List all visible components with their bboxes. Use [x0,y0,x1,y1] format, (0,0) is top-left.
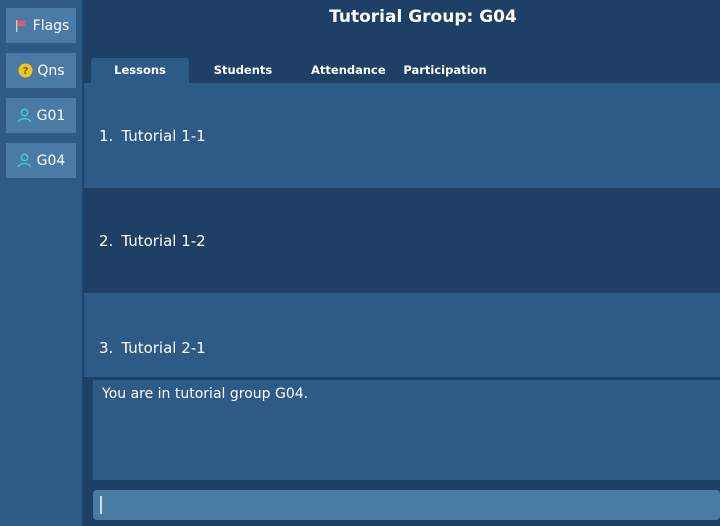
list-item[interactable]: 2. Tutorial 1-2 [84,188,720,293]
tab-attendance[interactable]: Attendance [297,58,389,83]
sidebar-item-label: Qns [37,62,65,79]
main-panel: Tutorial Group: G04 Lessons Students Att… [84,0,720,526]
list-item[interactable]: 3. Tutorial 2-1 [84,293,720,377]
list-item[interactable]: 1. Tutorial 1-1 [84,83,720,188]
text-caret [100,496,102,514]
sidebar-item-g01[interactable]: G01 [6,98,76,133]
tab-students[interactable]: Students [189,58,297,83]
sidebar-item-g04[interactable]: G04 [6,143,76,178]
person-icon [17,153,33,169]
sidebar: Flags ? Qns G01 G04 [0,0,83,526]
person-icon [17,108,33,124]
page-title: Tutorial Group: G04 [329,7,517,27]
lesson-name: Tutorial 1-1 [121,126,206,145]
lesson-list: 1. Tutorial 1-1 2. Tutorial 1-2 3. Tutor… [84,83,720,377]
lesson-number: 1. [99,126,114,145]
sidebar-item-questions[interactable]: ? Qns [6,53,76,88]
tab-participation[interactable]: Participation [389,58,501,83]
lesson-number: 2. [99,231,114,250]
question-icon: ? [17,63,33,79]
lesson-number: 3. [99,339,114,357]
lesson-name: Tutorial 2-1 [121,339,206,357]
lesson-name: Tutorial 1-2 [121,231,206,250]
sidebar-item-flags[interactable]: Flags [6,8,76,43]
sidebar-item-label: G01 [36,107,66,124]
sidebar-item-label: G04 [36,152,66,169]
svg-text:?: ? [23,66,29,77]
tab-lessons[interactable]: Lessons [91,58,189,83]
result-display: You are in tutorial group G04. [93,380,720,480]
app-window: Flags ? Qns G01 G04 Tutorial Group: G04 … [0,0,720,526]
sidebar-item-label: Flags [32,17,70,34]
command-input[interactable] [93,490,720,520]
tab-bar: Lessons Students Attendance Participatio… [91,58,501,83]
flag-icon [13,18,29,34]
